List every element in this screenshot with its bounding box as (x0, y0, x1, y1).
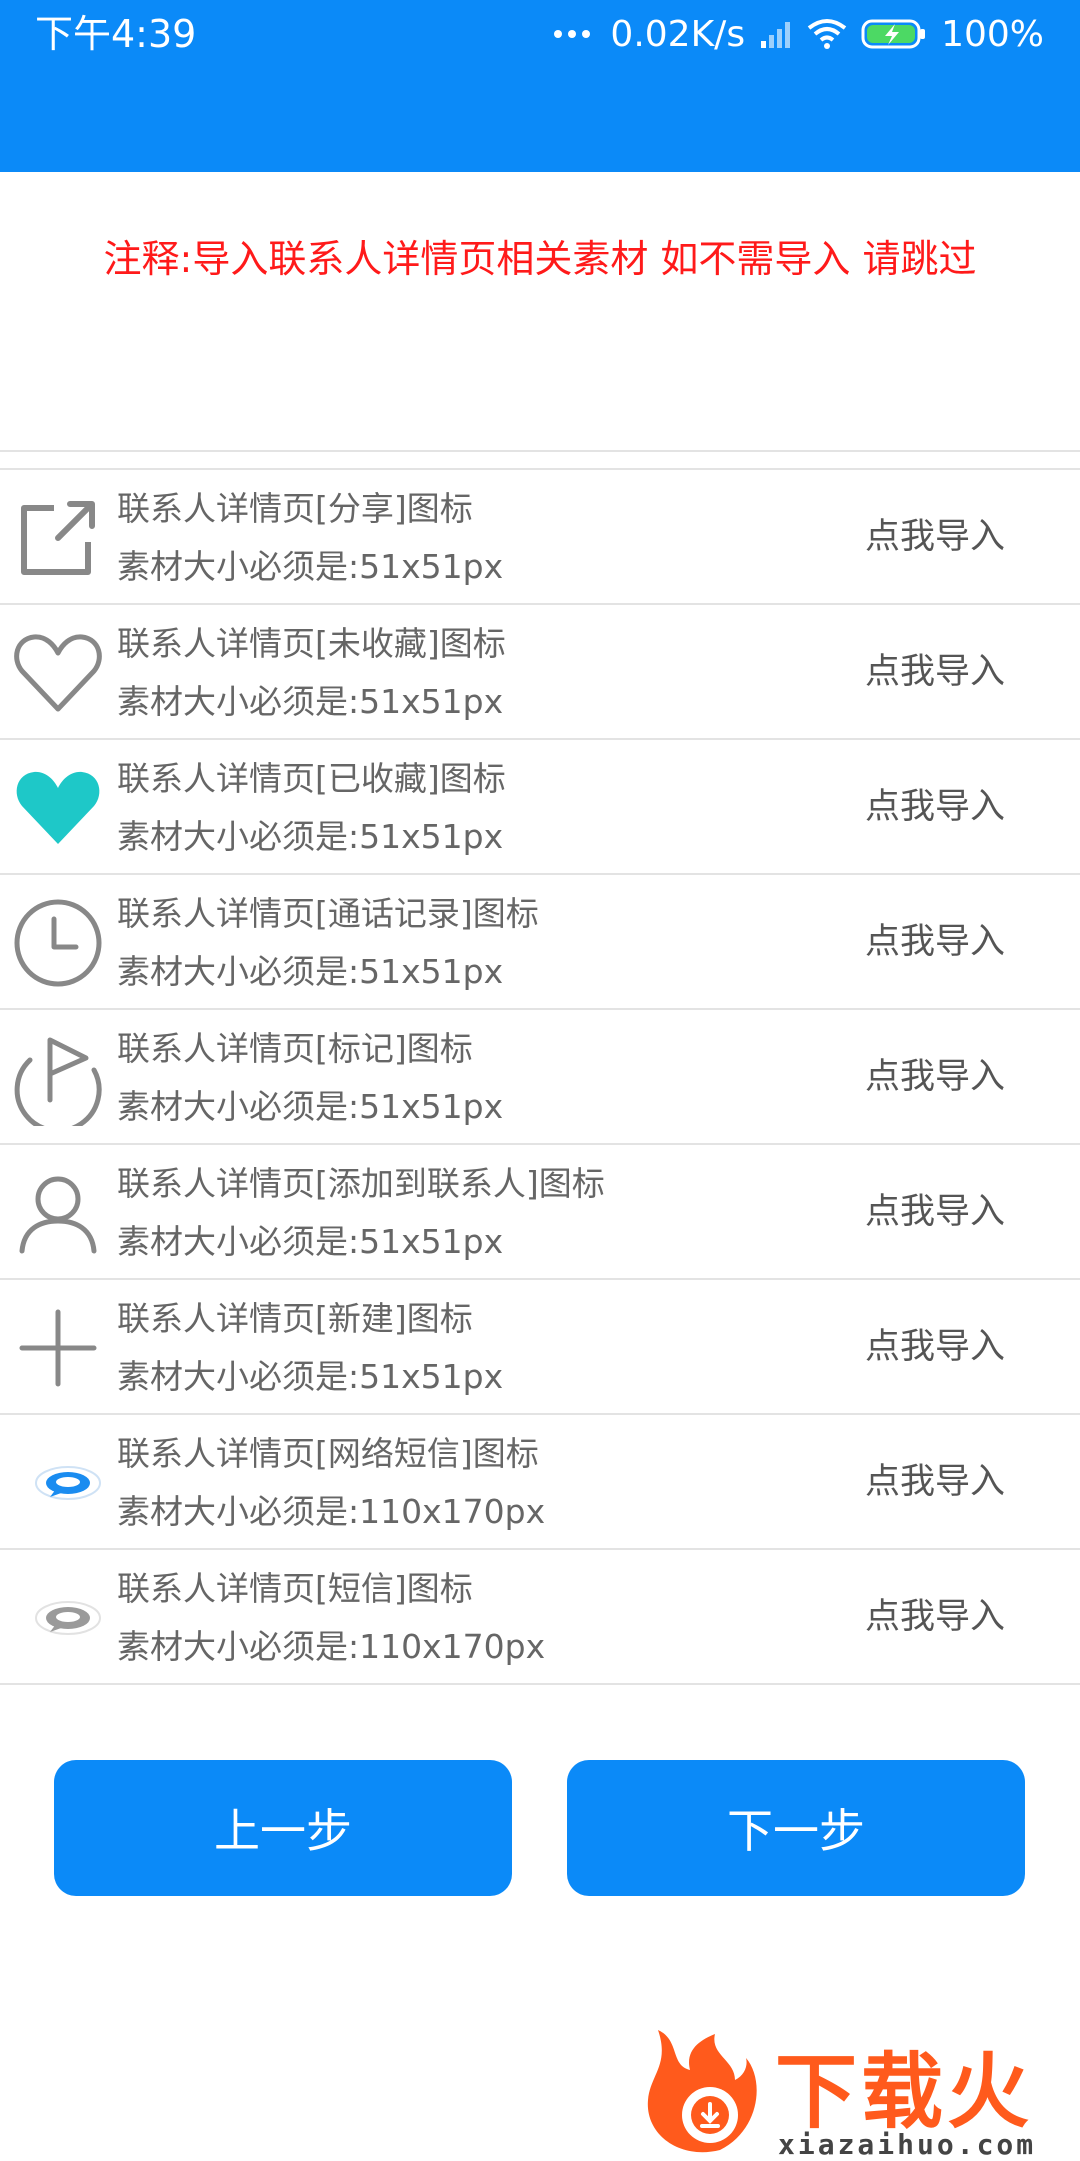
import-button[interactable]: 点我导入 (865, 512, 1005, 562)
status-bar: 下午4:39 0.02K/s 100% (0, 0, 1080, 172)
more-dots-icon (554, 30, 591, 38)
import-note: 注释:导入联系人详情页相关素材 如不需导入 请跳过 (103, 237, 977, 281)
status-time: 下午4:39 (35, 12, 197, 56)
item-size: 素材大小必须是:51x51px (117, 817, 504, 856)
item-title: 联系人详情页[标记]图标 (117, 1029, 473, 1068)
status-icons: 0.02K/s 100% (554, 10, 1044, 58)
item-size: 素材大小必须是:51x51px (117, 547, 504, 586)
list-item: 联系人详情页[通话记录]图标 素材大小必须是:51x51px 点我导入 (0, 873, 1080, 1008)
import-button[interactable]: 点我导入 (865, 1052, 1005, 1102)
item-size: 素材大小必须是:110x170px (117, 1627, 546, 1666)
item-title: 联系人详情页[短信]图标 (117, 1569, 473, 1608)
import-button[interactable]: 点我导入 (865, 647, 1005, 697)
item-title: 联系人详情页[添加到联系人]图标 (117, 1164, 605, 1203)
import-button[interactable]: 点我导入 (865, 782, 1005, 832)
item-title: 联系人详情页[通话记录]图标 (117, 894, 539, 933)
prev-step-button[interactable]: 上一步 (54, 1760, 512, 1896)
material-list: 联系人详情页[分享]图标 素材大小必须是:51x51px 点我导入 联系人详情页… (0, 468, 1080, 1685)
battery-charging-icon (861, 19, 926, 49)
import-button[interactable]: 点我导入 (865, 1322, 1005, 1372)
item-size: 素材大小必须是:51x51px (117, 952, 504, 991)
item-title: 联系人详情页[网络短信]图标 (117, 1434, 539, 1473)
share-icon (21, 501, 95, 575)
heart-outline-icon (14, 634, 102, 712)
person-icon (19, 1176, 97, 1254)
import-button[interactable]: 点我导入 (865, 917, 1005, 967)
item-title: 联系人详情页[未收藏]图标 (117, 624, 506, 663)
list-item: 联系人详情页[标记]图标 素材大小必须是:51x51px 点我导入 (0, 1008, 1080, 1143)
plus-icon (19, 1309, 97, 1387)
item-size: 素材大小必须是:51x51px (117, 1357, 504, 1396)
watermark-logo: 下载火 xiazaihuo.com (640, 2020, 1080, 2161)
battery-percent: 100% (941, 13, 1044, 55)
chat-bubble-blue-icon (35, 1466, 101, 1500)
list-item: 联系人详情页[短信]图标 素材大小必须是:110x170px 点我导入 (0, 1548, 1080, 1685)
item-title: 联系人详情页[已收藏]图标 (117, 759, 506, 798)
fire-logo-icon (647, 2030, 757, 2153)
list-item: 联系人详情页[网络短信]图标 素材大小必须是:110x170px 点我导入 (0, 1413, 1080, 1548)
list-item: 联系人详情页[分享]图标 素材大小必须是:51x51px 点我导入 (0, 468, 1080, 603)
item-size: 素材大小必须是:110x170px (117, 1492, 546, 1531)
list-item: 联系人详情页[已收藏]图标 素材大小必须是:51x51px 点我导入 (0, 738, 1080, 873)
import-button[interactable]: 点我导入 (865, 1187, 1005, 1237)
import-button[interactable]: 点我导入 (865, 1592, 1005, 1642)
list-item: 联系人详情页[新建]图标 素材大小必须是:51x51px 点我导入 (0, 1278, 1080, 1413)
heart-filled-icon (16, 771, 100, 844)
clock-icon (14, 899, 102, 987)
watermark-url: xiazaihuo.com (778, 2128, 1037, 2161)
item-size: 素材大小必须是:51x51px (117, 1087, 504, 1126)
flag-icon (14, 1037, 102, 1126)
signal-icon (761, 22, 791, 48)
wifi-icon (807, 19, 847, 49)
list-item: 联系人详情页[未收藏]图标 素材大小必须是:51x51px 点我导入 (0, 603, 1080, 738)
item-title: 联系人详情页[新建]图标 (117, 1299, 473, 1338)
item-size: 素材大小必须是:51x51px (117, 1222, 504, 1261)
divider (0, 450, 1080, 452)
watermark-brand: 下载火 (775, 2045, 1034, 2140)
item-title: 联系人详情页[分享]图标 (117, 489, 473, 528)
list-item: 联系人详情页[添加到联系人]图标 素材大小必须是:51x51px 点我导入 (0, 1143, 1080, 1278)
import-button[interactable]: 点我导入 (865, 1457, 1005, 1507)
item-size: 素材大小必须是:51x51px (117, 682, 504, 721)
network-speed: 0.02K/s (610, 13, 746, 55)
chat-bubble-gray-icon (35, 1601, 101, 1635)
next-step-button[interactable]: 下一步 (567, 1760, 1025, 1896)
